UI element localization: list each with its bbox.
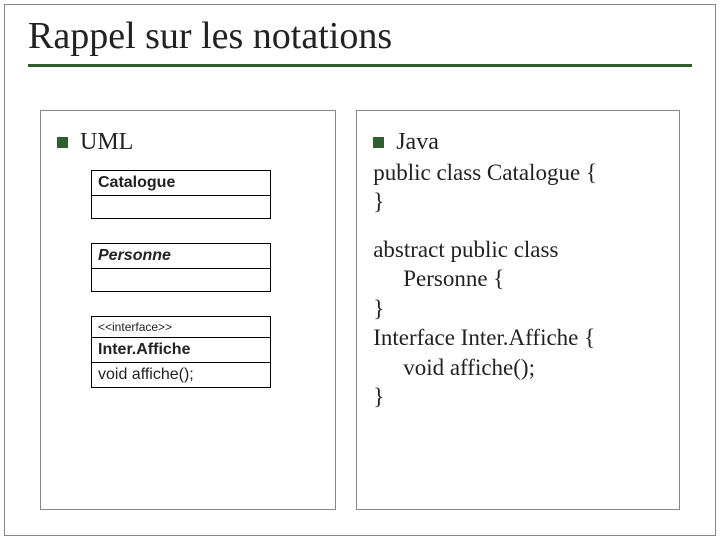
code-line: } <box>373 294 663 323</box>
code-line: public class Catalogue { <box>373 158 663 187</box>
bullet-icon <box>373 137 384 148</box>
code-block-rest: abstract public class Personne { } Inter… <box>373 235 663 412</box>
uml-personne-name: Personne <box>92 244 270 269</box>
code-line: Personne { <box>373 264 663 293</box>
code-line: } <box>373 382 663 411</box>
uml-interaffiche-method: void affiche(); <box>92 363 270 387</box>
uml-catalogue-name: Catalogue <box>92 171 270 196</box>
right-heading-row: Java <box>373 129 663 156</box>
uml-interaffiche-name: Inter.Affiche <box>92 338 270 363</box>
uml-box-interaffiche: <<interface>> Inter.Affiche void affiche… <box>91 316 271 388</box>
left-heading-row: UML <box>57 129 319 156</box>
right-column: Java public class Catalogue { } abstract… <box>356 110 680 510</box>
code-line: Interface Inter.Affiche { <box>373 323 663 352</box>
code-block-catalogue: public class Catalogue { } <box>373 158 663 217</box>
code-line: } <box>373 187 663 216</box>
uml-catalogue-empty <box>92 196 270 218</box>
left-heading: UML <box>80 129 133 156</box>
uml-personne-empty <box>92 269 270 291</box>
uml-box-personne: Personne <box>91 243 271 292</box>
left-column: UML Catalogue Personne <<interface>> Int… <box>40 110 336 510</box>
title-wrap: Rappel sur les notations <box>28 14 692 67</box>
columns: UML Catalogue Personne <<interface>> Int… <box>40 110 680 510</box>
slide-title: Rappel sur les notations <box>28 14 692 58</box>
right-heading: Java <box>396 129 439 156</box>
uml-interaffiche-stereo: <<interface>> <box>92 317 270 338</box>
bullet-icon <box>57 137 68 148</box>
code-line: void affiche(); <box>373 353 663 382</box>
code-line: abstract public class <box>373 235 663 264</box>
uml-box-catalogue: Catalogue <box>91 170 271 219</box>
